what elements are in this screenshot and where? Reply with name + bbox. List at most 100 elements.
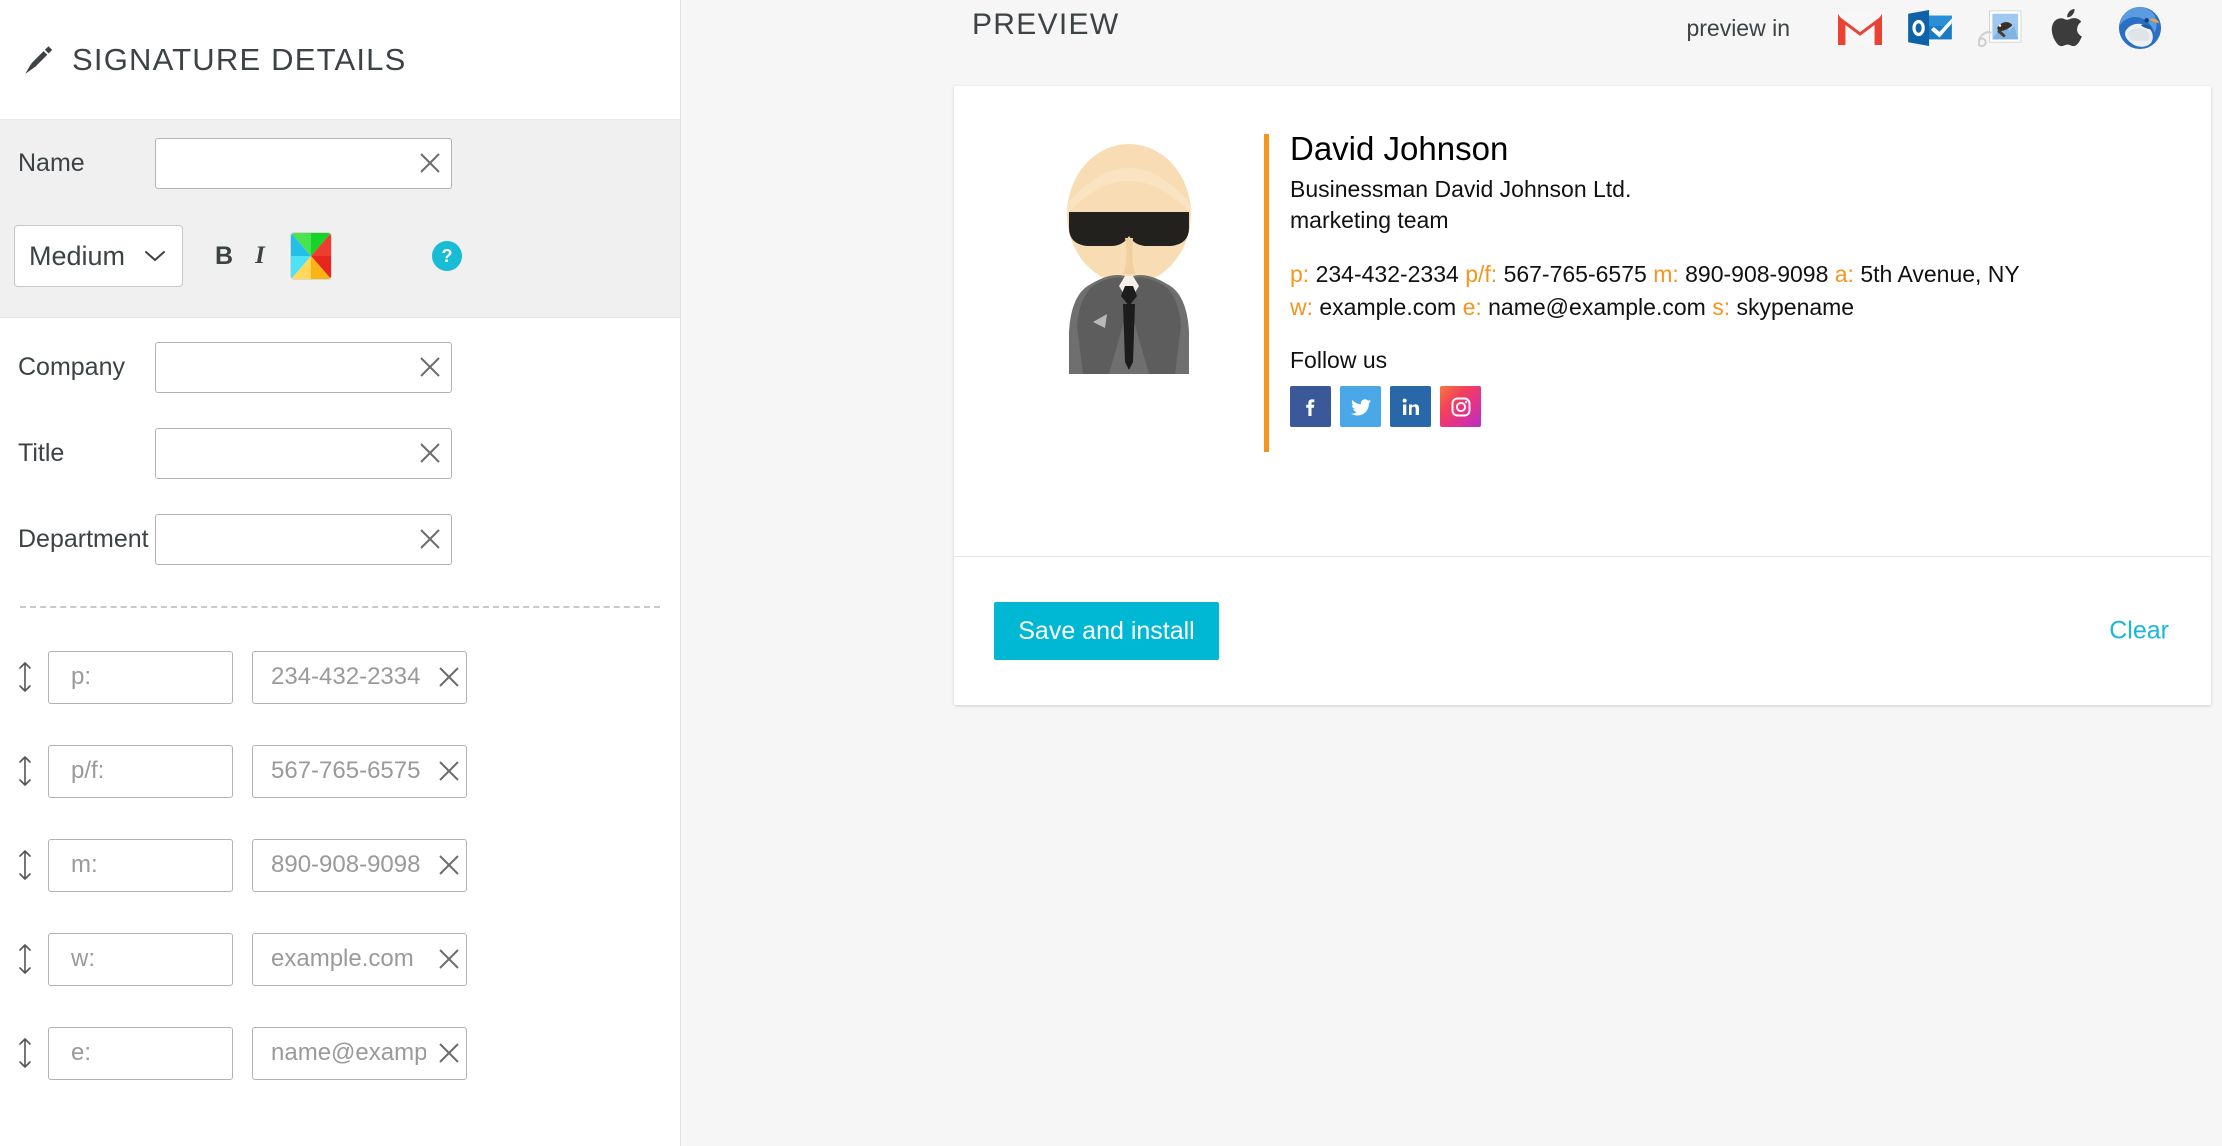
contact-key-input[interactable]	[48, 1026, 233, 1080]
thunderbird-icon[interactable]	[2118, 6, 2162, 50]
clear-name-icon[interactable]	[416, 149, 444, 177]
twitter-icon[interactable]	[1340, 386, 1381, 428]
contact-value-a: 5th Avenue, NY	[1860, 261, 2020, 288]
contact-key-wrap	[48, 838, 233, 892]
drag-vertical-icon[interactable]	[10, 754, 40, 788]
field-label-title: Title	[18, 438, 65, 467]
preview-title: PREVIEW	[972, 8, 1120, 41]
contact-value-w: example.com	[1319, 293, 1457, 320]
field-row-name: Name	[0, 120, 680, 206]
department-input[interactable]	[155, 513, 452, 565]
bold-button[interactable]: B	[211, 242, 237, 271]
contact-key-e: e:	[1462, 293, 1482, 320]
contact-key-wrap	[48, 744, 233, 798]
signature-contacts-line-1: p: 234-432-2334 p/f: 567-765-6575 m: 890…	[1290, 258, 2171, 291]
contact-value-wrap	[252, 650, 467, 704]
clear-department-icon[interactable]	[416, 525, 444, 553]
contact-row	[0, 630, 680, 724]
contact-key-input[interactable]	[48, 932, 233, 986]
field-row-title: Title	[0, 410, 680, 496]
title-input-wrap	[155, 427, 452, 479]
contact-value-m: 890-908-9098	[1685, 261, 1829, 288]
title-input[interactable]	[155, 427, 452, 479]
company-input[interactable]	[155, 341, 452, 393]
panel-header: SIGNATURE DETAILS	[0, 0, 680, 119]
contact-key-input[interactable]	[48, 838, 233, 892]
font-size-select[interactable]: Medium	[14, 225, 183, 287]
contact-key-input[interactable]	[48, 650, 233, 704]
field-row-company: Company	[0, 324, 680, 410]
preview-header: PREVIEW preview in	[681, 0, 2222, 66]
name-input[interactable]	[155, 137, 452, 189]
format-toolbar: Medium B I ?	[0, 206, 680, 306]
instagram-icon[interactable]	[1440, 386, 1481, 428]
drag-vertical-icon[interactable]	[10, 660, 40, 694]
signature-department: marketing team	[1290, 206, 1449, 233]
signature-role: Businessman David Johnson Ltd.	[1290, 175, 1632, 202]
contact-value-p: 234-432-2334	[1315, 261, 1459, 288]
apple-mail-icon[interactable]	[1978, 6, 2022, 50]
contact-row	[0, 724, 680, 818]
contact-key-m: m:	[1653, 261, 1679, 288]
contact-key-w: w:	[1290, 293, 1313, 320]
contact-row	[0, 1006, 680, 1100]
field-label-name: Name	[18, 148, 85, 177]
drag-vertical-icon[interactable]	[10, 848, 40, 882]
clear-contact-icon[interactable]	[435, 851, 463, 879]
name-and-format-block: Name Medium B I ?	[0, 119, 680, 318]
facebook-icon[interactable]	[1290, 386, 1331, 428]
contact-key-wrap	[48, 650, 233, 704]
clear-contact-icon[interactable]	[435, 945, 463, 973]
preview-in-label: preview in	[1686, 14, 1790, 41]
signature-preview-card: David Johnson Businessman David Johnson …	[954, 86, 2211, 705]
help-button[interactable]: ?	[432, 241, 462, 271]
contact-key-pf: p/f:	[1465, 261, 1498, 288]
contact-value-e: name@example.com	[1488, 293, 1706, 320]
contact-key-p: p:	[1290, 261, 1310, 288]
contact-row	[0, 818, 680, 912]
clear-company-icon[interactable]	[416, 353, 444, 381]
clear-link[interactable]: Clear	[2109, 617, 2169, 646]
follow-us-label: Follow us	[1290, 347, 1388, 374]
preview-panel: PREVIEW preview in David Johnson Busines…	[681, 0, 2222, 1146]
color-picker-icon[interactable]	[291, 233, 331, 279]
clear-contact-icon[interactable]	[435, 757, 463, 785]
contact-value-wrap	[252, 744, 467, 798]
contact-value-pf: 567-765-6575	[1503, 261, 1647, 288]
signature-contacts-line-2: w: example.com e: name@example.com s: sk…	[1290, 291, 2171, 324]
contact-value-wrap	[252, 1026, 467, 1080]
signature-body: David Johnson Businessman David Johnson …	[954, 86, 2211, 556]
contact-key-wrap	[48, 1026, 233, 1080]
field-label-company: Company	[18, 352, 125, 381]
drag-vertical-icon[interactable]	[10, 942, 40, 976]
contact-key-input[interactable]	[48, 744, 233, 798]
field-row-department: Department	[0, 496, 680, 582]
apple-icon[interactable]	[2048, 6, 2092, 50]
department-input-wrap	[155, 513, 452, 565]
contact-value-s: skypename	[1736, 293, 1855, 320]
plain-fields-group: Company Title Department	[0, 318, 680, 582]
contact-rows-list	[0, 608, 680, 1100]
clear-title-icon[interactable]	[416, 439, 444, 467]
signature-name: David Johnson	[1290, 130, 1509, 167]
social-icons-row	[1290, 386, 2171, 428]
clear-contact-icon[interactable]	[435, 1039, 463, 1067]
linkedin-icon[interactable]	[1390, 386, 1431, 428]
signature-details-panel: SIGNATURE DETAILS Name Medium B I ? Comp…	[0, 0, 681, 1146]
accent-bar	[1264, 134, 1269, 452]
save-and-install-button[interactable]: Save and install	[994, 602, 1219, 660]
businessman-avatar	[1031, 136, 1227, 376]
outlook-icon[interactable]	[1908, 6, 1952, 50]
avatar-column	[994, 130, 1264, 508]
clear-contact-icon[interactable]	[435, 663, 463, 691]
signature-contacts: p: 234-432-2334 p/f: 567-765-6575 m: 890…	[1290, 258, 2171, 323]
italic-button[interactable]: I	[247, 242, 273, 270]
card-actions: Save and install Clear	[954, 557, 2211, 705]
chevron-down-icon	[144, 249, 166, 263]
field-label-department: Department	[18, 524, 149, 553]
font-size-value: Medium	[29, 240, 126, 271]
signature-text-column: David Johnson Businessman David Johnson …	[1264, 130, 2171, 508]
gmail-icon[interactable]	[1838, 6, 1882, 50]
signature-generator-app: SIGNATURE DETAILS Name Medium B I ? Comp…	[0, 0, 2222, 1146]
drag-vertical-icon[interactable]	[10, 1036, 40, 1070]
